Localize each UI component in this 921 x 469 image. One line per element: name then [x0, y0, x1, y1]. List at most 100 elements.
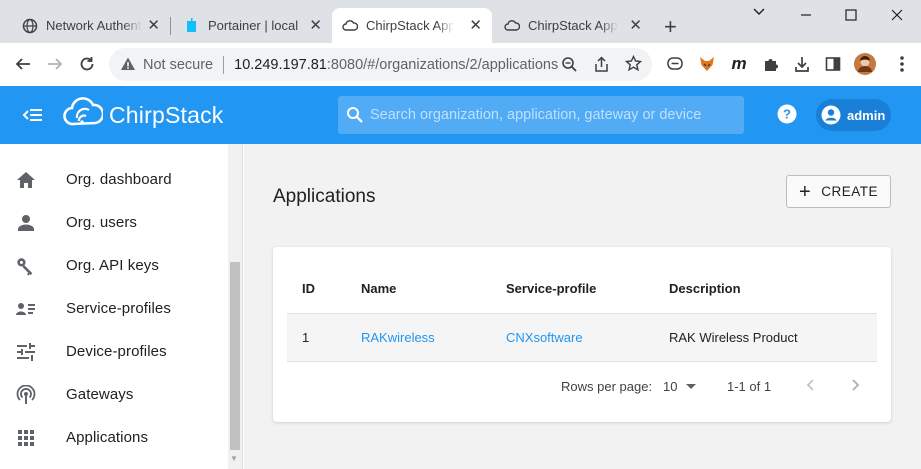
- column-header-description[interactable]: Description: [654, 265, 877, 314]
- plus-icon: +: [799, 180, 812, 203]
- reload-icon[interactable]: [76, 53, 98, 75]
- sidebar-item-label: Org. dashboard: [66, 171, 172, 188]
- rows-per-page-select[interactable]: 10: [663, 379, 697, 394]
- warning-icon[interactable]: [120, 56, 136, 76]
- m-extension-icon[interactable]: m: [728, 53, 750, 75]
- close-tab-icon[interactable]: ✕: [309, 18, 322, 33]
- sidebar-item-label: Gateways: [66, 386, 134, 403]
- portainer-icon: [184, 17, 200, 34]
- person-icon: [16, 213, 36, 233]
- applications-card: ID Name Service-profile Description 1 RA…: [273, 247, 891, 422]
- sidebar-scrollbar-thumb[interactable]: [230, 262, 240, 450]
- divider: [223, 55, 225, 74]
- sidebar-item-org-dashboard[interactable]: Org. dashboard: [0, 158, 228, 201]
- close-tab-icon[interactable]: ✕: [629, 18, 642, 33]
- brand-logo[interactable]: ChirpStack: [63, 96, 223, 135]
- puzzle-extensions-icon[interactable]: [760, 53, 782, 75]
- share-icon[interactable]: [593, 56, 610, 77]
- sidebar-item-device-profiles[interactable]: Device-profiles: [0, 330, 228, 373]
- bookmark-star-icon[interactable]: [624, 54, 643, 76]
- rows-per-page-value: 10: [663, 379, 678, 394]
- scroll-down-arrow-icon[interactable]: ▼: [230, 454, 238, 463]
- browser-tab-1[interactable]: Network Authentication ✕: [0, 8, 170, 43]
- close-tab-icon[interactable]: ✕: [147, 18, 160, 33]
- help-icon[interactable]: ?: [777, 104, 797, 129]
- global-search[interactable]: [338, 96, 744, 134]
- cell-name: RAKwireless: [346, 313, 491, 362]
- browser-tab-4[interactable]: ChirpStack Application ✕: [492, 8, 652, 43]
- column-header-id[interactable]: ID: [287, 265, 346, 314]
- chevron-down-icon[interactable]: [752, 4, 766, 23]
- tab-title: Network Authentication: [46, 18, 142, 33]
- maximize-icon[interactable]: [845, 8, 857, 26]
- close-window-icon[interactable]: [891, 8, 903, 26]
- home-icon: [16, 170, 36, 190]
- dropdown-arrow-icon: [686, 383, 697, 390]
- pagination-range: 1-1 of 1: [727, 379, 772, 394]
- sidebar-item-label: Device-profiles: [66, 343, 167, 360]
- rows-per-page-label: Rows per page:: [561, 379, 653, 394]
- zoom-icon[interactable]: [561, 56, 578, 77]
- user-menu-button[interactable]: admin: [816, 99, 891, 131]
- sidebar-item-label: Org. users: [66, 214, 138, 231]
- url-host: 10.249.197.81: [234, 56, 327, 73]
- browser-tab-3-active[interactable]: ChirpStack Application ✕: [332, 8, 492, 43]
- tab-title: Portainer | local: [208, 18, 299, 33]
- sidebar-item-org-api-keys[interactable]: Org. API keys: [0, 244, 228, 287]
- security-label: Not secure: [143, 56, 214, 73]
- sidebar: Org. dashboard Org. users Org. API keys …: [0, 144, 243, 469]
- back-arrow-icon[interactable]: [12, 53, 34, 75]
- main-content: Applications + CREATE ID Name Service-pr…: [244, 144, 921, 469]
- account-circle-icon: [821, 105, 841, 125]
- application-link[interactable]: RAKwireless: [361, 330, 435, 345]
- tune-icon: [16, 342, 36, 362]
- chirpstack-logo-icon: [63, 96, 105, 135]
- url-path: :8080/#/organizations/2/applications: [326, 56, 559, 73]
- browser-tab-2[interactable]: Portainer | local ✕: [162, 8, 332, 43]
- close-tab-icon[interactable]: ✕: [469, 18, 482, 33]
- more-menu-icon[interactable]: [891, 53, 913, 75]
- brand-name: ChirpStack: [109, 102, 224, 128]
- key-icon: [16, 256, 36, 276]
- previous-page-icon[interactable]: [803, 375, 819, 400]
- sidebar-item-label: Service-profiles: [66, 300, 171, 317]
- app-header: ChirpStack ? admin: [0, 86, 921, 144]
- download-icon[interactable]: [791, 53, 813, 75]
- tab-title: ChirpStack Application: [366, 18, 454, 33]
- cell-service-profile: CNXsoftware: [491, 313, 654, 362]
- new-tab-button[interactable]: +: [664, 14, 677, 40]
- chat-extension-icon[interactable]: [664, 53, 686, 75]
- column-header-service-profile[interactable]: Service-profile: [491, 265, 654, 314]
- tab-title: ChirpStack Application: [528, 18, 618, 33]
- profiles-icon: [16, 299, 36, 319]
- table-row[interactable]: 1 RAKwireless CNXsoftware RAK Wireless P…: [287, 313, 877, 362]
- sidebar-item-org-users[interactable]: Org. users: [0, 201, 228, 244]
- minimize-icon[interactable]: [800, 8, 812, 26]
- create-button[interactable]: + CREATE: [786, 175, 891, 208]
- sidebar-item-gateways[interactable]: Gateways: [0, 373, 228, 416]
- column-header-name[interactable]: Name: [346, 265, 491, 314]
- sidebar-item-applications[interactable]: Applications: [0, 416, 228, 459]
- profile-avatar-icon[interactable]: [854, 53, 876, 75]
- address-bar[interactable]: Not secure 10.249.197.81:8080/#/organiza…: [109, 48, 652, 81]
- service-profile-link[interactable]: CNXsoftware: [506, 330, 583, 345]
- browser-tab-strip: Network Authentication ✕ Portainer | loc…: [0, 0, 921, 43]
- globe-icon: [22, 18, 38, 34]
- forward-arrow-icon[interactable]: [44, 53, 66, 75]
- sidebar-item-service-profiles[interactable]: Service-profiles: [0, 287, 228, 330]
- page-title: Applications: [273, 186, 376, 207]
- username: admin: [847, 107, 886, 123]
- sidebar-item-label: Applications: [66, 429, 149, 446]
- side-panel-icon[interactable]: [822, 53, 844, 75]
- search-icon: [346, 106, 364, 124]
- fox-extension-icon[interactable]: [696, 53, 718, 75]
- menu-collapse-icon[interactable]: [22, 104, 44, 131]
- cloud-icon: [342, 18, 358, 34]
- search-input[interactable]: [370, 107, 730, 123]
- create-button-label: CREATE: [821, 184, 878, 199]
- sidebar-item-label: Org. API keys: [66, 257, 159, 274]
- cloud-icon: [504, 18, 520, 34]
- browser-toolbar: Not secure 10.249.197.81:8080/#/organiza…: [0, 43, 921, 86]
- next-page-icon[interactable]: [847, 375, 863, 400]
- gateway-icon: [16, 384, 36, 405]
